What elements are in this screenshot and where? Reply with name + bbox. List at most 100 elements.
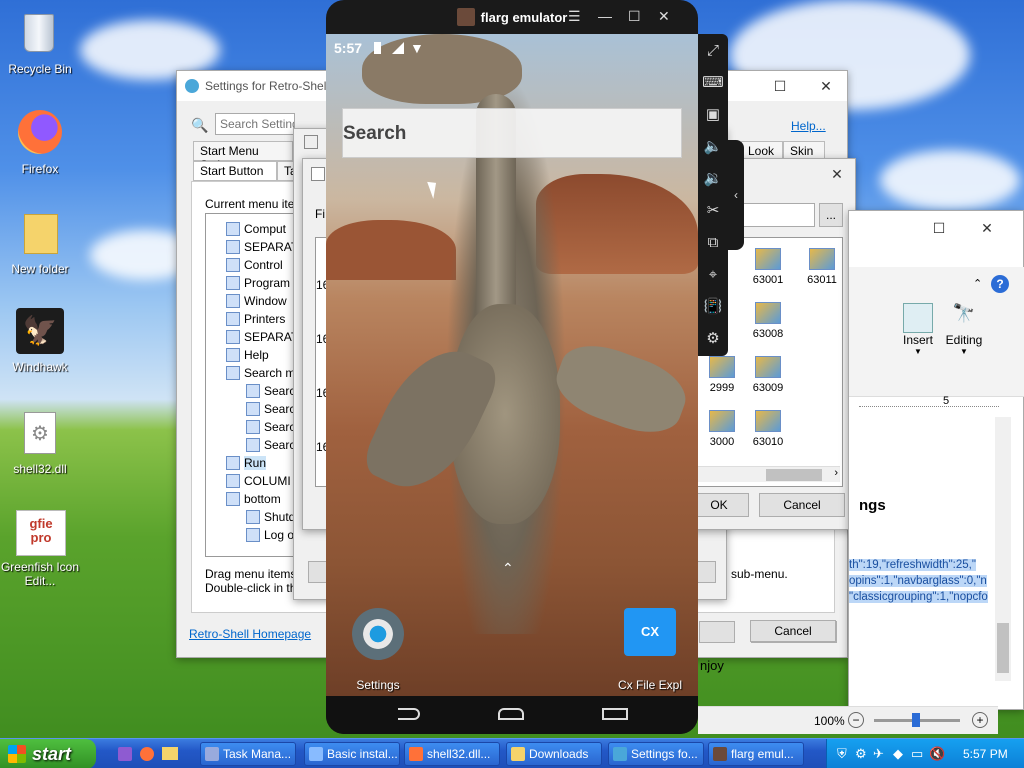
- tree-item[interactable]: Printers: [226, 312, 285, 326]
- picker-icon-item[interactable]: 63001: [746, 248, 790, 294]
- tree-item[interactable]: Search m: [226, 366, 295, 380]
- taskbar-button[interactable]: Settings fo...: [608, 742, 704, 766]
- desktop-icon-new-folder[interactable]: New folder: [8, 210, 72, 290]
- desktop-icon-recycle-bin[interactable]: Recycle Bin: [8, 10, 72, 90]
- picker-scrollbar[interactable]: ›: [694, 466, 840, 482]
- scroll-thumb[interactable]: [997, 623, 1009, 673]
- help-icon[interactable]: ?: [991, 275, 1009, 293]
- tree-item[interactable]: SEPARAT: [226, 240, 298, 254]
- picker-icon-item[interactable]: 63011: [800, 248, 844, 294]
- insert-button[interactable]: Insert ▼: [899, 303, 937, 363]
- taskbar-button[interactable]: flarg emul...: [708, 742, 804, 766]
- taskbar-button[interactable]: Task Mana...: [200, 742, 296, 766]
- zoom-thumb[interactable]: [912, 713, 920, 727]
- picker-icon-item[interactable]: 63009: [746, 356, 790, 402]
- tree-item[interactable]: Program: [226, 276, 290, 290]
- picker-cancel-button[interactable]: Cancel: [759, 493, 845, 517]
- desktop-icon-shell32[interactable]: ⚙ shell32.dll: [8, 410, 72, 490]
- desktop-icon-windhawk[interactable]: 🦅 Windhawk: [8, 308, 72, 388]
- back-icon[interactable]: [398, 708, 420, 720]
- tab-start-menu-style[interactable]: Start Menu Style: [193, 141, 293, 172]
- taskbar-button[interactable]: Basic instal...: [304, 742, 400, 766]
- maximize-icon[interactable]: ☐: [628, 8, 641, 25]
- clipboard-icon[interactable]: ⧉: [703, 232, 723, 252]
- keyboard-icon[interactable]: ⌨: [702, 72, 724, 92]
- desktop-icon-firefox[interactable]: Firefox: [8, 110, 72, 190]
- collapse-ribbon-icon[interactable]: ⌃: [973, 277, 982, 290]
- location-icon[interactable]: ⌖: [703, 264, 723, 284]
- tree-item[interactable]: Window: [226, 294, 287, 308]
- zoom-in-icon[interactable]: +: [972, 712, 988, 728]
- menu-icon[interactable]: ☰: [568, 8, 581, 25]
- tree-item[interactable]: Comput: [226, 222, 286, 236]
- eagle-icon[interactable]: ◆: [893, 746, 903, 762]
- tree-item[interactable]: Log o: [246, 528, 294, 542]
- side-collapse-tab[interactable]: ‹: [728, 140, 744, 250]
- tree-item[interactable]: COLUMI: [226, 474, 291, 488]
- recent-apps-icon[interactable]: [602, 708, 628, 720]
- zoom-out-icon[interactable]: −: [848, 712, 864, 728]
- scroll-thumb[interactable]: [766, 469, 822, 481]
- shield-icon[interactable]: ⛨: [837, 746, 847, 762]
- homepage-link[interactable]: Retro-Shell Homepage: [189, 627, 311, 641]
- close-button[interactable]: ✕: [803, 71, 849, 101]
- shake-icon[interactable]: 📳: [703, 296, 723, 316]
- desktop-icon-greenfish[interactable]: gfie pro Greenfish Icon Edit...: [1, 510, 79, 590]
- picker-icon-item[interactable]: 2999: [700, 356, 744, 402]
- app-drawer-arrow-icon[interactable]: ⌃: [502, 560, 514, 577]
- taskbar-button[interactable]: Downloads: [506, 742, 602, 766]
- search-bar[interactable]: Search: [342, 108, 682, 158]
- taskbar-button[interactable]: shell32.dll...: [404, 742, 500, 766]
- picker-close-button[interactable]: ✕: [819, 159, 855, 189]
- quicklaunch-firefox-icon[interactable]: [140, 747, 154, 761]
- doc-close-button[interactable]: ✕: [967, 213, 1007, 243]
- settings-search-input[interactable]: [215, 113, 295, 135]
- editing-button[interactable]: 🔭 Editing ▼: [943, 303, 985, 363]
- tree-item[interactable]: Help: [226, 348, 269, 362]
- apk-install-icon[interactable]: ▣: [703, 104, 723, 124]
- tree-item[interactable]: SEPARAT: [226, 330, 298, 344]
- start-button[interactable]: start: [0, 739, 96, 768]
- volume-icon[interactable]: 🔇: [929, 746, 945, 762]
- close-icon[interactable]: ✕: [658, 8, 670, 25]
- clock[interactable]: 5:57 PM: [963, 747, 1008, 761]
- tree-item[interactable]: Run: [226, 456, 267, 470]
- picker-ok-button[interactable]: OK: [689, 493, 749, 517]
- picker-icon-item[interactable]: 3000: [700, 410, 744, 456]
- cancel-button-2[interactable]: Cancel: [750, 620, 836, 642]
- browse-button[interactable]: ...: [819, 203, 843, 227]
- tree-item[interactable]: Shutd: [246, 510, 295, 524]
- tree-item[interactable]: Searc: [246, 438, 295, 452]
- tree-item[interactable]: Searc: [246, 402, 295, 416]
- zoom-slider[interactable]: [874, 713, 960, 727]
- scroll-right-icon[interactable]: ›: [834, 467, 838, 479]
- emulator-titlebar[interactable]: flarg emulator: [326, 0, 698, 34]
- doc-maximize-button[interactable]: ☐: [919, 213, 959, 243]
- quicklaunch-icon[interactable]: [118, 747, 132, 761]
- phone-screen[interactable]: 5:57 ▼ Search ⌃ Settings CX Cx File Expl: [326, 34, 698, 696]
- volume-down-icon[interactable]: 🔉: [703, 168, 723, 188]
- picker-icon-item[interactable]: 63010: [746, 410, 790, 456]
- settings-ok-button[interactable]: [699, 621, 735, 643]
- wifi-off-icon[interactable]: ✈: [873, 746, 884, 762]
- tree-item[interactable]: Searc: [246, 420, 295, 434]
- home-icon[interactable]: [498, 708, 524, 720]
- app-cx-file-explorer[interactable]: CX Cx File Expl: [602, 608, 698, 692]
- tree-item[interactable]: bottom: [226, 492, 281, 506]
- settings-icon[interactable]: ⚙: [703, 328, 723, 348]
- tab-start-button[interactable]: Start Button: [193, 161, 277, 181]
- quicklaunch-folder-icon[interactable]: [162, 747, 178, 760]
- display-icon[interactable]: ▭: [911, 746, 923, 762]
- file-path-input[interactable]: [739, 203, 815, 227]
- help-link[interactable]: Help...: [791, 119, 826, 133]
- picker-icon-item[interactable]: 63008: [746, 302, 790, 348]
- tree-item[interactable]: Control: [226, 258, 283, 272]
- minimize-icon[interactable]: —: [598, 8, 612, 24]
- screenshot-icon[interactable]: ✂: [703, 200, 723, 220]
- network-icon[interactable]: ⚙: [855, 746, 867, 762]
- maximize-button[interactable]: ☐: [757, 71, 803, 101]
- fullscreen-icon[interactable]: ⤢: [703, 40, 723, 60]
- app-settings[interactable]: Settings: [346, 608, 410, 692]
- tree-item[interactable]: Searc: [246, 384, 295, 398]
- doc-vscrollbar[interactable]: [995, 417, 1011, 681]
